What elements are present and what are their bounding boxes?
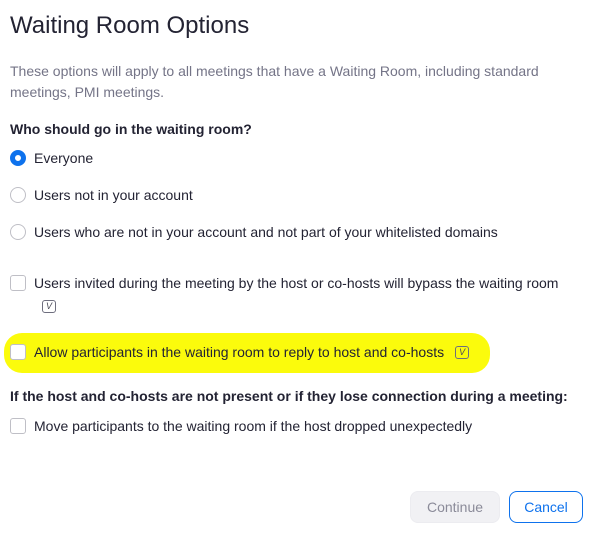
radio-label: Users not in your account [34, 187, 193, 203]
checkbox-option-move-participants[interactable]: Move participants to the waiting room if… [10, 418, 472, 434]
video-badge-icon: V [455, 345, 470, 359]
radio-label: Users who are not in your account and no… [34, 224, 498, 240]
radio-option-everyone[interactable]: Everyone [10, 150, 93, 166]
checkbox-option-allow-reply[interactable]: Allow participants in the waiting room t… [10, 344, 470, 360]
checkbox-option-invited-bypass[interactable]: Users invited during the meeting by the … [10, 275, 558, 291]
checkbox-label: Move participants to the waiting room if… [34, 418, 473, 434]
radio-button[interactable] [10, 224, 26, 240]
video-badge-icon: V [42, 300, 56, 313]
dialog-title: Waiting Room Options [10, 12, 250, 39]
checkbox-label: Allow participants in the waiting room t… [34, 344, 445, 360]
radio-label: Everyone [34, 150, 94, 166]
checkbox[interactable] [10, 418, 26, 434]
checkbox[interactable] [10, 344, 26, 360]
dialog-description: These options will apply to all meetings… [10, 63, 539, 100]
radio-button-selected[interactable] [10, 150, 26, 166]
checkbox[interactable] [10, 275, 26, 291]
continue-button[interactable]: Continue [410, 491, 500, 523]
radio-option-not-whitelisted[interactable]: Users who are not in your account and no… [10, 224, 498, 240]
host-section-heading: If the host and co-hosts are not present… [10, 388, 568, 404]
radio-option-users-not-in-account[interactable]: Users not in your account [10, 187, 193, 203]
cancel-button[interactable]: Cancel [509, 491, 583, 523]
radio-button[interactable] [10, 187, 26, 203]
who-section-heading: Who should go in the waiting room? [10, 121, 252, 137]
checkbox-label: Users invited during the meeting by the … [34, 275, 559, 291]
